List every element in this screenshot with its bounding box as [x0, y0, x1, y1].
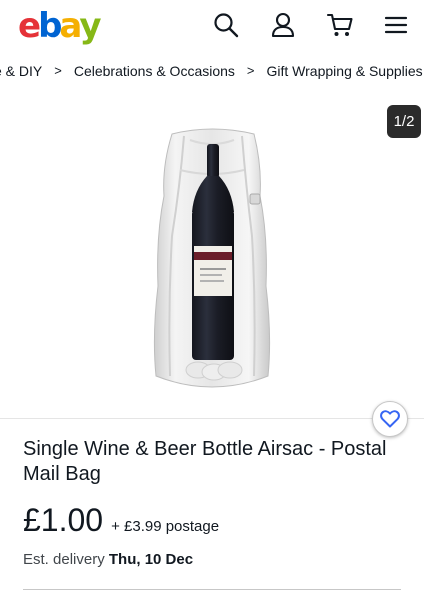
image-counter: 1/2 — [387, 105, 421, 138]
search-button[interactable] — [211, 10, 241, 40]
menu-icon — [384, 16, 408, 34]
breadcrumb: e & DIY > Celebrations & Occasions > Gif… — [0, 52, 424, 90]
site-header: e b a y — [0, 0, 424, 52]
logo-letter-b: b — [38, 6, 62, 46]
search-icon — [214, 13, 239, 38]
price-row: £1.00 + £3.99 postage — [23, 500, 219, 540]
delivery-date: Thu, 10 Dec — [108, 551, 194, 568]
image-gallery[interactable]: 1/2 — [0, 90, 424, 418]
product-image[interactable] — [150, 126, 274, 394]
cart-icon — [326, 13, 353, 36]
logo-letter-y: y — [79, 6, 101, 46]
postage-cost: + £3.99 postage — [111, 518, 220, 535]
section-divider — [0, 418, 424, 419]
breadcrumb-item-home-diy[interactable]: e & DIY — [0, 52, 42, 90]
logo-letter-a: a — [59, 6, 82, 46]
account-button[interactable] — [268, 10, 298, 40]
logo-letter-e: e — [18, 6, 41, 46]
user-icon — [271, 12, 295, 38]
cart-button[interactable] — [325, 10, 355, 40]
delivery-label: Est. delivery — [23, 551, 109, 568]
breadcrumb-separator: > — [54, 63, 62, 78]
estimated-delivery: Est. delivery Thu, 10 Dec — [23, 550, 193, 570]
breadcrumb-item-celebrations[interactable]: Celebrations & Occasions — [74, 52, 235, 90]
product-title: Single Wine & Beer Bottle Airsac - Posta… — [23, 438, 387, 485]
product-price: £1.00 — [23, 502, 104, 538]
breadcrumb-separator: > — [246, 63, 255, 78]
ebay-logo[interactable]: e b a y — [18, 6, 102, 46]
breadcrumb-item-gift-wrapping[interactable]: Gift Wrapping & Supplies — [267, 52, 423, 90]
watch-button[interactable] — [372, 401, 408, 437]
menu-button[interactable] — [381, 10, 411, 40]
heart-icon — [380, 410, 400, 428]
section-divider — [23, 589, 401, 590]
